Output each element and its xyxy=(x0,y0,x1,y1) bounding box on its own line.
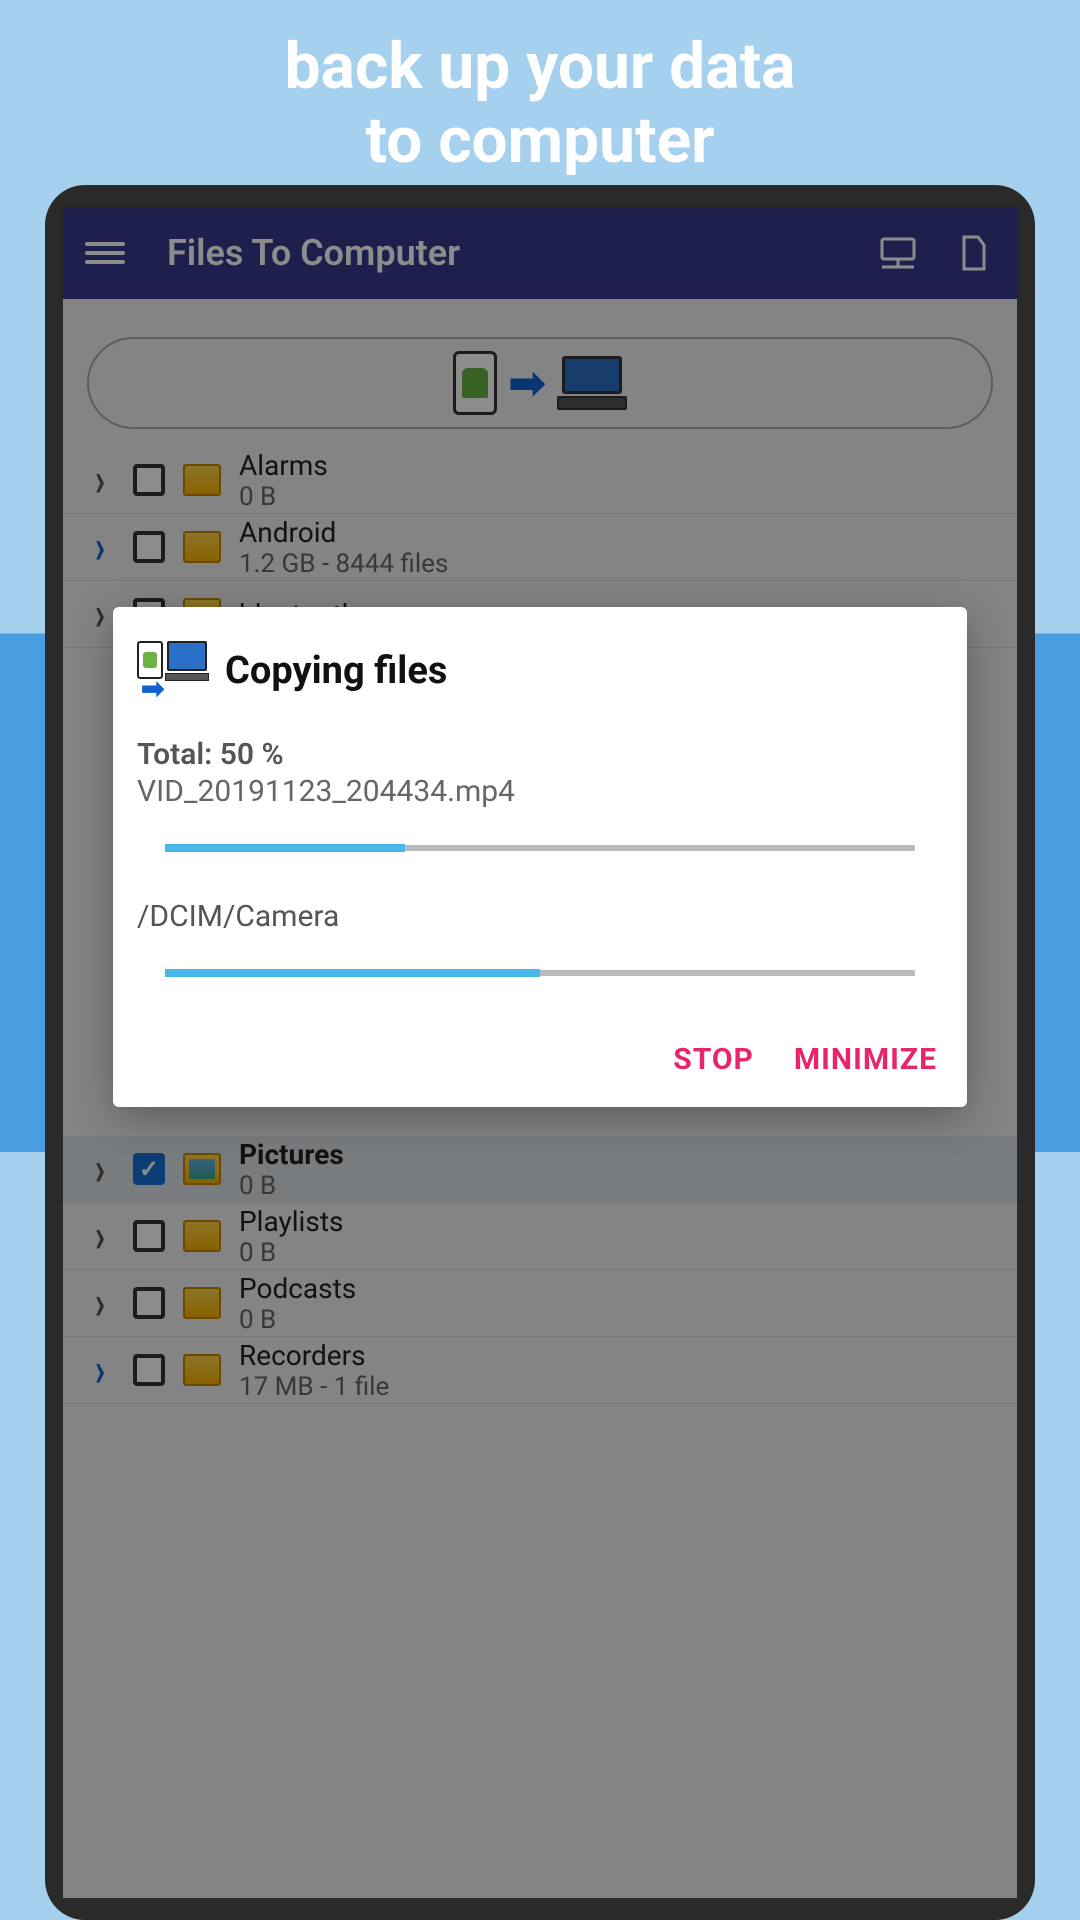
stop-button[interactable]: STOP xyxy=(673,1042,754,1077)
total-progress-fill xyxy=(165,969,540,977)
dialog-actions: STOP MINIMIZE xyxy=(137,1024,943,1089)
promo-background: back up your data to computer Files To C… xyxy=(0,0,1080,1920)
file-progress-fill xyxy=(165,844,405,852)
dialog-title: Copying files xyxy=(225,649,447,693)
file-progress-bar xyxy=(165,845,915,851)
destination-path: /DCIM/Camera xyxy=(137,899,943,934)
current-file-name: VID_20191123_204434.mp4 xyxy=(137,774,943,809)
dialog-header: ➡ Copying files xyxy=(137,641,943,701)
phone-screen: Files To Computer ➡ ›Alarms0 B›Android1.… xyxy=(63,207,1017,1898)
transfer-icon: ➡ xyxy=(137,641,207,701)
phone-frame: Files To Computer ➡ ›Alarms0 B›Android1.… xyxy=(45,185,1035,1920)
progress-total-label: Total: 50 % xyxy=(137,737,943,772)
copying-dialog: ➡ Copying files Total: 50 % VID_20191123… xyxy=(113,607,967,1107)
total-progress-bar xyxy=(165,970,915,976)
promo-line1: back up your data xyxy=(0,30,1080,104)
promo-title: back up your data to computer xyxy=(0,0,1080,177)
minimize-button[interactable]: MINIMIZE xyxy=(794,1042,937,1077)
promo-line2: to computer xyxy=(0,104,1080,178)
